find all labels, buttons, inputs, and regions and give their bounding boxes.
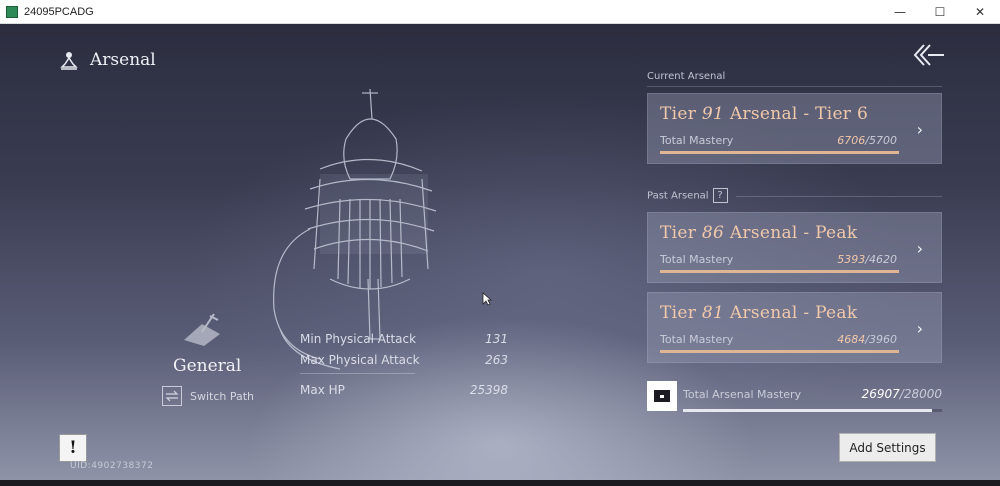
mastery-progress-bar: [660, 151, 899, 154]
arsenal-card-past[interactable]: Tier 86 Arsenal - Peak Total Mastery 539…: [647, 212, 942, 283]
mastery-progress-bar: [660, 350, 899, 353]
arsenal-card-current[interactable]: Tier 91 Arsenal - Tier 6 Total Mastery 6…: [647, 93, 942, 164]
total-mastery-progress-bar: [683, 409, 942, 412]
past-arsenal-heading: Past Arsenal?: [647, 188, 728, 203]
stat-value: 263: [485, 352, 508, 367]
section-divider: [736, 196, 942, 197]
switch-arrows-icon: [162, 386, 182, 406]
add-settings-button[interactable]: Add Settings: [839, 433, 936, 462]
stat-label: Min Physical Attack: [300, 331, 417, 346]
maximize-button[interactable]: ☐: [920, 0, 960, 24]
stat-value: 131: [485, 331, 508, 346]
chevron-right-icon: ›: [916, 120, 923, 139]
window-titlebar: 24095PCADG — ☐ ✕: [0, 0, 1000, 24]
mastery-value: 4684/3960: [837, 333, 897, 346]
mastery-value: 6706/5700: [837, 134, 897, 147]
switch-path-button[interactable]: Switch Path: [162, 386, 254, 406]
mastery-progress-fill: [660, 350, 899, 353]
meditate-icon: [60, 52, 78, 70]
arsenal-card-past[interactable]: Tier 81 Arsenal - Peak Total Mastery 468…: [647, 292, 942, 363]
arsenal-chest-icon: [647, 381, 677, 411]
mouse-cursor-icon: [482, 292, 492, 306]
mastery-label: Total Mastery: [660, 333, 734, 346]
arsenal-title: Tier 81 Arsenal - Peak: [660, 303, 858, 323]
close-button[interactable]: ✕: [960, 0, 1000, 24]
switch-path-label: Switch Path: [190, 389, 255, 403]
window-title: 24095PCADG: [24, 5, 94, 18]
section-divider: [647, 86, 942, 87]
uid-label: UID:4902738372: [70, 461, 154, 471]
alert-button[interactable]: !: [59, 434, 87, 462]
stat-label: Max HP: [300, 382, 345, 397]
app-icon: [6, 5, 18, 18]
back-arrow-icon[interactable]: [912, 42, 946, 68]
help-icon[interactable]: ?: [712, 188, 728, 203]
bottom-border: [0, 480, 1000, 486]
stat-row: Max Physical Attack 263: [300, 349, 508, 370]
stat-label: Max Physical Attack: [300, 352, 420, 367]
stat-row: Max HP 25398: [300, 379, 508, 400]
total-mastery-value: 26907/28000: [861, 387, 942, 401]
chevron-right-icon: ›: [916, 319, 923, 338]
stat-row: Min Physical Attack 131: [300, 328, 508, 349]
total-mastery-label: Total Arsenal Mastery: [683, 388, 802, 401]
minimize-button[interactable]: —: [880, 0, 920, 24]
window-controls: — ☐ ✕: [880, 0, 1000, 24]
game-viewport: Arsenal General Switch Path Min Physical…: [0, 24, 1000, 480]
stat-value: 25398: [469, 382, 508, 397]
current-arsenal-heading: Current Arsenal: [647, 71, 726, 82]
stats-panel: Min Physical Attack 131 Max Physical Att…: [300, 328, 508, 400]
mastery-progress-fill: [660, 270, 899, 273]
page-title: Arsenal: [90, 50, 156, 70]
chevron-right-icon: ›: [916, 239, 923, 258]
class-name: General: [173, 356, 242, 376]
mastery-label: Total Mastery: [660, 253, 734, 266]
class-emblem-icon: [184, 313, 220, 346]
total-mastery-progress-fill: [683, 409, 932, 412]
mastery-progress-fill: [660, 151, 899, 154]
arsenal-title: Tier 86 Arsenal - Peak: [660, 223, 858, 243]
arsenal-title: Tier 91 Arsenal - Tier 6: [660, 104, 869, 124]
mastery-progress-bar: [660, 270, 899, 273]
mastery-label: Total Mastery: [660, 134, 734, 147]
mastery-value: 5393/4620: [837, 253, 897, 266]
stat-divider: [300, 373, 415, 374]
